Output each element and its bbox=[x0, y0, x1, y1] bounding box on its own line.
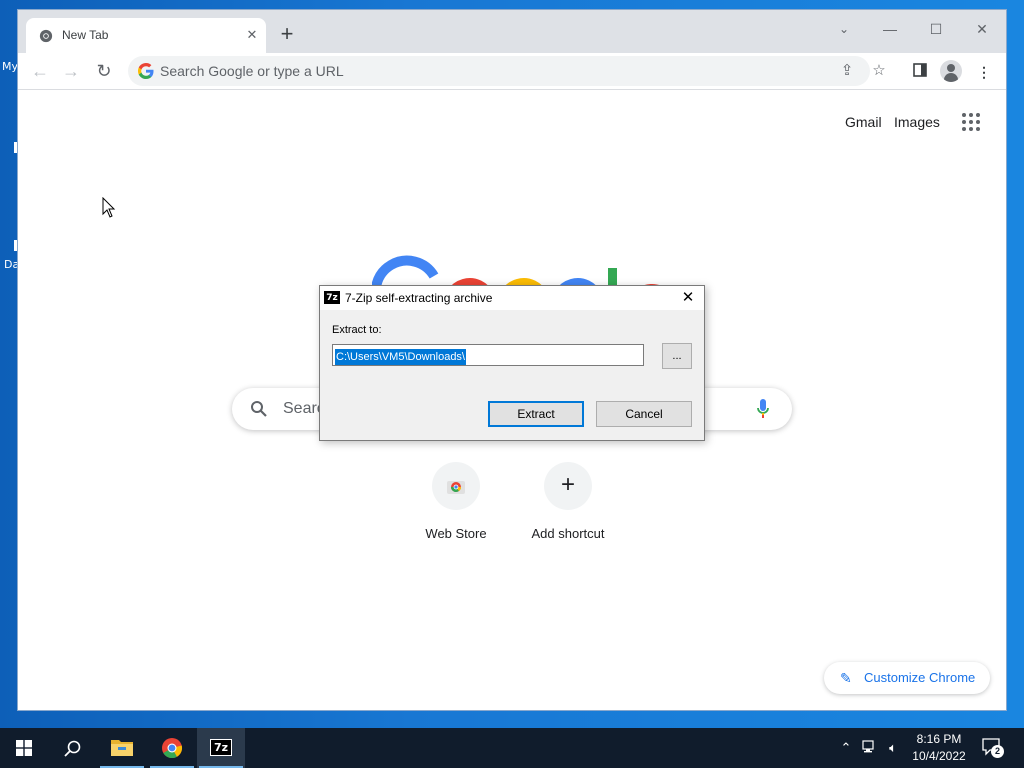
microphone-icon[interactable] bbox=[756, 398, 770, 420]
close-icon[interactable]: ✕ bbox=[672, 286, 704, 310]
share-icon[interactable]: ⇪ bbox=[838, 62, 856, 80]
start-button[interactable] bbox=[0, 728, 48, 768]
shortcut-label: Add shortcut bbox=[531, 526, 605, 541]
extract-button[interactable]: Extract bbox=[488, 401, 584, 427]
tab-search-icon[interactable]: ⌄ bbox=[830, 16, 858, 42]
desktop-icon-label[interactable]: My bbox=[2, 60, 18, 73]
customize-chrome-button[interactable]: ✎ Customize Chrome bbox=[824, 662, 990, 694]
taskbar-file-explorer[interactable] bbox=[98, 728, 146, 768]
taskbar-7zip[interactable]: 7z bbox=[197, 728, 245, 768]
desktop-icon-label[interactable]: Da bbox=[4, 258, 19, 271]
notification-count: 2 bbox=[991, 745, 1004, 758]
new-tab-button[interactable]: + bbox=[276, 23, 298, 46]
tab-strip: New Tab ✕ + ⌄ — ☐ ✕ bbox=[18, 10, 1006, 53]
folder-icon bbox=[111, 740, 133, 756]
volume-icon[interactable]: 🔈︎ bbox=[885, 740, 901, 756]
web-store-icon bbox=[447, 481, 465, 494]
extract-path-value: C:\Users\VM5\Downloads\ bbox=[335, 349, 466, 365]
shortcut-tile bbox=[432, 462, 480, 510]
chrome-icon bbox=[162, 738, 183, 759]
forward-button[interactable]: → bbox=[58, 58, 84, 84]
notification-center-button[interactable]: 2 bbox=[982, 738, 1004, 758]
windows-logo-icon bbox=[16, 740, 32, 756]
network-icon[interactable] bbox=[862, 740, 878, 758]
sfx-extract-dialog: 7z 7-Zip self-extracting archive ✕ Extra… bbox=[319, 285, 705, 441]
7zip-icon: 7z bbox=[324, 291, 340, 304]
side-panel-icon[interactable] bbox=[910, 62, 930, 82]
google-g-icon bbox=[138, 63, 154, 79]
bookmark-star-icon[interactable]: ☆ bbox=[870, 62, 888, 80]
plus-icon: + bbox=[560, 471, 575, 498]
gmail-link[interactable]: Gmail bbox=[845, 114, 882, 130]
desktop-icon-fragment[interactable] bbox=[14, 142, 17, 153]
images-link[interactable]: Images bbox=[894, 114, 940, 130]
shortcut-web-store[interactable]: Web Store bbox=[401, 462, 511, 558]
dialog-titlebar[interactable]: 7z 7-Zip self-extracting archive ✕ bbox=[320, 286, 704, 310]
browse-button[interactable]: ... bbox=[662, 343, 692, 369]
maximize-button[interactable]: ☐ bbox=[922, 16, 950, 42]
extract-to-label: Extract to: bbox=[332, 324, 382, 336]
extract-path-field[interactable]: C:\Users\VM5\Downloads\ bbox=[332, 344, 644, 366]
shortcut-tile: + bbox=[544, 462, 592, 510]
taskbar-search-button[interactable] bbox=[48, 728, 96, 768]
search-icon bbox=[251, 401, 267, 417]
omnibox[interactable]: Search Google or type a URL ⇪ ☆ bbox=[128, 56, 886, 86]
system-clock[interactable]: 8:16 PM 10/4/2022 bbox=[906, 731, 972, 765]
clock-time: 8:16 PM bbox=[916, 732, 962, 746]
omnibox-placeholder: Search Google or type a URL bbox=[160, 63, 344, 79]
tab-new-tab[interactable]: New Tab ✕ bbox=[26, 18, 266, 53]
profile-avatar[interactable] bbox=[940, 60, 962, 82]
google-apps-icon[interactable] bbox=[962, 113, 980, 131]
tab-title: New Tab bbox=[62, 28, 109, 42]
toolbar: ← → ↻ Search Google or type a URL ⇪ ☆ ⋮ bbox=[18, 53, 1006, 90]
reload-button[interactable]: ↻ bbox=[91, 58, 117, 84]
clock-date: 10/4/2022 bbox=[912, 749, 966, 763]
back-button[interactable]: ← bbox=[27, 58, 53, 84]
desktop-icon-fragment[interactable] bbox=[14, 240, 17, 251]
dialog-title: 7-Zip self-extracting archive bbox=[345, 291, 493, 305]
chrome-icon bbox=[39, 29, 53, 43]
mouse-cursor-icon bbox=[102, 197, 116, 218]
customize-label: Customize Chrome bbox=[864, 670, 976, 685]
search-icon bbox=[64, 740, 81, 757]
taskbar-chrome[interactable] bbox=[148, 728, 196, 768]
shortcut-add[interactable]: + Add shortcut bbox=[513, 462, 623, 558]
taskbar: 7z ⌃ 🔈︎ 8:16 PM 10/4/2022 2 bbox=[0, 728, 1024, 768]
window-close-button[interactable]: ✕ bbox=[968, 16, 996, 42]
minimize-button[interactable]: — bbox=[876, 16, 904, 42]
7zip-icon: 7z bbox=[210, 739, 232, 756]
pencil-icon: ✎ bbox=[840, 670, 852, 686]
cancel-button[interactable]: Cancel bbox=[596, 401, 692, 427]
menu-kebab-icon[interactable]: ⋮ bbox=[974, 62, 994, 82]
chevron-up-icon[interactable]: ⌃ bbox=[838, 740, 854, 756]
close-icon[interactable]: ✕ bbox=[244, 27, 260, 43]
shortcut-label: Web Store bbox=[425, 526, 487, 541]
